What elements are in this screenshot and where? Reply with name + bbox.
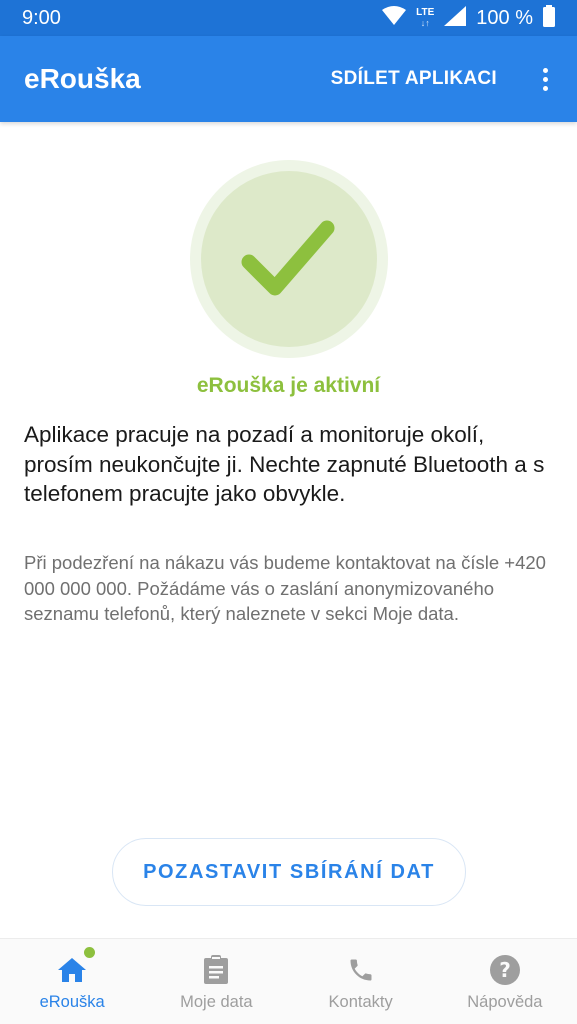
nav-label: Nápověda	[467, 993, 543, 1011]
contact-info-text: Při podezření na nákazu vás budeme konta…	[24, 552, 546, 624]
active-badge	[84, 947, 96, 958]
status-title: eRouška je aktivní	[196, 374, 381, 397]
phone-icon	[344, 953, 378, 987]
clipboard-icon	[199, 953, 233, 987]
status-bar: 9:00 LTE ↓↑ 100 %	[0, 0, 577, 36]
app-title: eRouška	[24, 63, 141, 94]
svg-text:?: ?	[499, 958, 511, 982]
home-icon	[55, 947, 96, 987]
status-indicator-inner	[201, 171, 377, 347]
share-app-button[interactable]: SDÍLET APLIKACI	[331, 68, 497, 90]
data-arrows-icon: ↓↑	[420, 17, 430, 28]
status-time: 9:00	[22, 6, 61, 29]
nav-item-kontakty[interactable]: Kontakty	[289, 939, 433, 1024]
network-type: LTE	[416, 6, 435, 18]
status-indicator-circle	[190, 160, 388, 358]
app-bar: eRouška SDÍLET APLIKACI	[0, 36, 577, 122]
status-description: Aplikace pracuje na pozadí a monitoruje …	[24, 422, 545, 506]
bottom-navigation: eRouška Moje data Kontakty ? Nápověda	[0, 938, 577, 1024]
check-icon	[241, 220, 335, 296]
signal-icon	[444, 5, 467, 31]
nav-item-napoveda[interactable]: ? Nápověda	[433, 939, 577, 1024]
help-icon: ?	[488, 953, 522, 987]
battery-percent: 100 %	[476, 6, 533, 29]
nav-item-moje-data[interactable]: Moje data	[144, 939, 288, 1024]
nav-label: eRouška	[39, 993, 105, 1011]
nav-item-erouska[interactable]: eRouška	[0, 939, 144, 1024]
nav-label: Moje data	[180, 993, 253, 1011]
pause-data-collection-button[interactable]: POZASTAVIT SBÍRÁNÍ DAT	[112, 838, 466, 906]
wifi-icon	[382, 5, 407, 31]
battery-icon	[543, 4, 555, 32]
nav-label: Kontakty	[328, 993, 393, 1011]
lte-indicator: LTE ↓↑	[416, 6, 435, 29]
status-indicators: LTE ↓↑ 100 %	[382, 4, 555, 32]
more-vert-icon[interactable]	[539, 68, 551, 92]
